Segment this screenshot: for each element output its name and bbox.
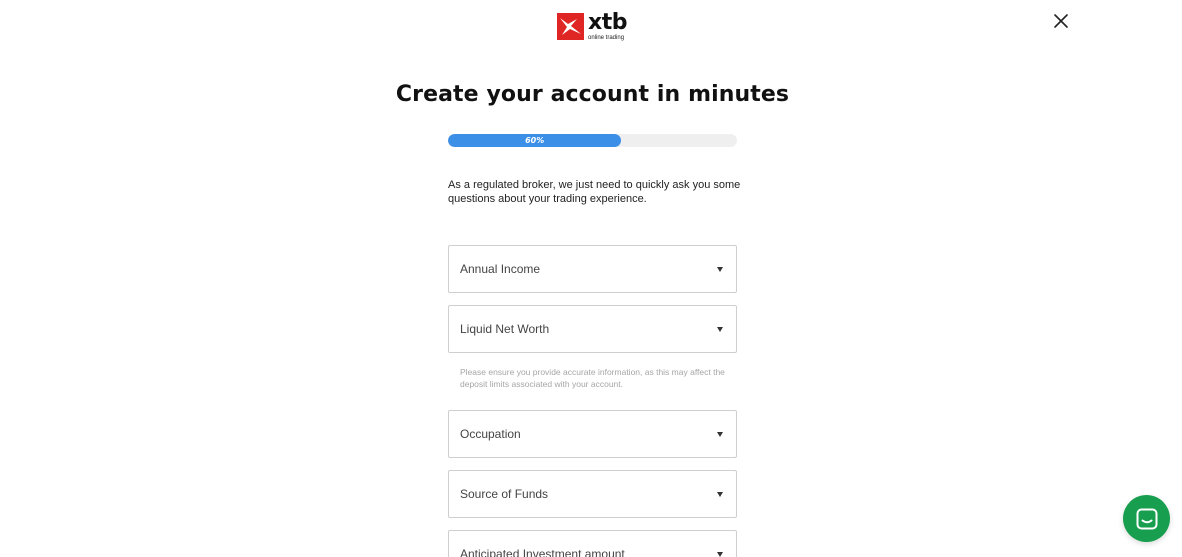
chat-icon [1136,508,1157,529]
helper-text: Please ensure you provide accurate infor… [460,367,725,389]
chat-button[interactable] [1123,495,1170,542]
annual-income-select[interactable]: Annual Income [448,245,737,293]
logo-wordmark: xtb [588,10,627,35]
close-button[interactable] [1052,12,1070,30]
caret-down-icon [717,267,723,272]
progress-bar: 60% [448,134,737,147]
source-of-funds-select[interactable]: Source of Funds [448,470,737,518]
anticipated-investment-select[interactable]: Anticipated Investment amount [448,530,737,557]
xtb-logo-icon [557,13,584,40]
liquid-net-worth-select[interactable]: Liquid Net Worth [448,305,737,353]
caret-down-icon [717,432,723,437]
logo-tagline: online trading [588,35,625,41]
caret-down-icon [717,552,723,557]
registration-page: xtb online trading Create your account i… [0,0,1182,557]
xtb-logo[interactable]: xtb online trading [557,10,627,42]
annual-income-label: Annual Income [460,262,541,276]
page-title: Create your account in minutes [395,82,790,107]
occupation-select[interactable]: Occupation [448,410,737,458]
close-icon [1054,14,1068,28]
anticipated-investment-label: Anticipated Investment amount [460,547,625,557]
caret-down-icon [717,492,723,497]
occupation-label: Occupation [460,427,521,441]
progress-fill: 60% [448,134,622,147]
progress-label: 60% [525,135,545,145]
caret-down-icon [717,327,723,332]
source-of-funds-label: Source of Funds [460,487,549,501]
intro-text: As a regulated broker, we just need to q… [448,179,741,205]
liquid-net-worth-label: Liquid Net Worth [460,322,550,336]
logo-text: xtb online trading [588,10,627,42]
